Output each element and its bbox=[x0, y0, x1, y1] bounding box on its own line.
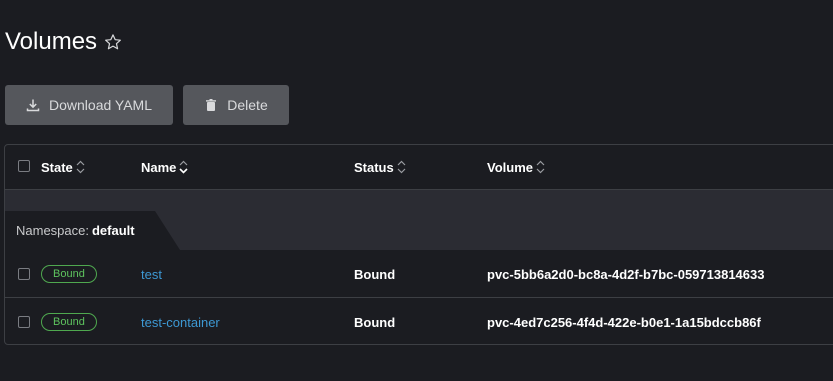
title-row: Volumes bbox=[5, 26, 122, 58]
delete-label: Delete bbox=[227, 97, 268, 113]
volume-value: pvc-5bb6a2d0-bc8a-4d2f-b7bc-059713814633 bbox=[487, 266, 765, 282]
column-name-label: Name bbox=[141, 159, 177, 175]
volume-name-link[interactable]: test-container bbox=[141, 315, 220, 330]
table-row[interactable]: Bound test Bound pvc-5bb6a2d0-bc8a-4d2f-… bbox=[5, 250, 833, 298]
state-badge: Bound bbox=[41, 265, 97, 283]
sort-down-icon bbox=[179, 160, 188, 174]
star-icon[interactable] bbox=[104, 33, 122, 51]
volumes-page: Volumes Download YAML Delete State Name … bbox=[0, 0, 833, 381]
status-value: Bound bbox=[354, 314, 396, 330]
delete-button[interactable]: Delete bbox=[183, 85, 289, 125]
namespace-value: default bbox=[91, 223, 135, 238]
sort-icon bbox=[397, 160, 406, 174]
namespace-label: Namespace: bbox=[16, 223, 89, 238]
status-cell: Bound bbox=[354, 298, 396, 344]
volume-cell: pvc-5bb6a2d0-bc8a-4d2f-b7bc-059713814633 bbox=[487, 250, 764, 298]
namespace-group-tab: Namespace: default bbox=[5, 211, 180, 250]
download-yaml-button[interactable]: Download YAML bbox=[5, 85, 173, 125]
volumes-table: State Name Status Volume Namespace: defa… bbox=[4, 144, 833, 345]
column-state[interactable]: State bbox=[41, 145, 85, 189]
row-checkbox[interactable] bbox=[18, 268, 30, 280]
select-all-checkbox[interactable] bbox=[18, 160, 30, 172]
download-yaml-label: Download YAML bbox=[49, 97, 152, 113]
volume-cell: pvc-4ed7c256-4f4d-422e-b0e1-1a15bdccb86f bbox=[487, 298, 761, 344]
state-badge: Bound bbox=[41, 313, 97, 331]
name-cell: test-container bbox=[141, 298, 220, 344]
column-volume[interactable]: Volume bbox=[487, 145, 545, 189]
status-value: Bound bbox=[354, 266, 396, 282]
download-icon bbox=[26, 98, 40, 112]
state-cell: Bound bbox=[41, 250, 97, 298]
bulk-actions: Download YAML Delete bbox=[5, 85, 289, 125]
namespace-group-row: Namespace: default bbox=[5, 190, 833, 250]
name-cell: test bbox=[141, 250, 162, 298]
table-row[interactable]: Bound test-container Bound pvc-4ed7c256-… bbox=[5, 298, 833, 344]
state-cell: Bound bbox=[41, 298, 97, 344]
volume-value: pvc-4ed7c256-4f4d-422e-b0e1-1a15bdccb86f bbox=[487, 314, 761, 330]
trash-icon bbox=[204, 98, 218, 112]
namespace-group-label: Namespace: default bbox=[16, 223, 135, 238]
column-name[interactable]: Name bbox=[141, 145, 188, 189]
page-title: Volumes bbox=[5, 28, 98, 55]
column-status-label: Status bbox=[354, 159, 394, 175]
table-header: State Name Status Volume bbox=[5, 145, 833, 190]
column-state-label: State bbox=[41, 159, 73, 175]
status-cell: Bound bbox=[354, 250, 395, 298]
row-checkbox[interactable] bbox=[18, 316, 30, 328]
sort-icon bbox=[536, 160, 545, 174]
column-status[interactable]: Status bbox=[354, 145, 406, 189]
column-volume-label: Volume bbox=[487, 159, 533, 175]
sort-icon bbox=[76, 160, 85, 174]
volume-name-link[interactable]: test bbox=[141, 267, 162, 282]
